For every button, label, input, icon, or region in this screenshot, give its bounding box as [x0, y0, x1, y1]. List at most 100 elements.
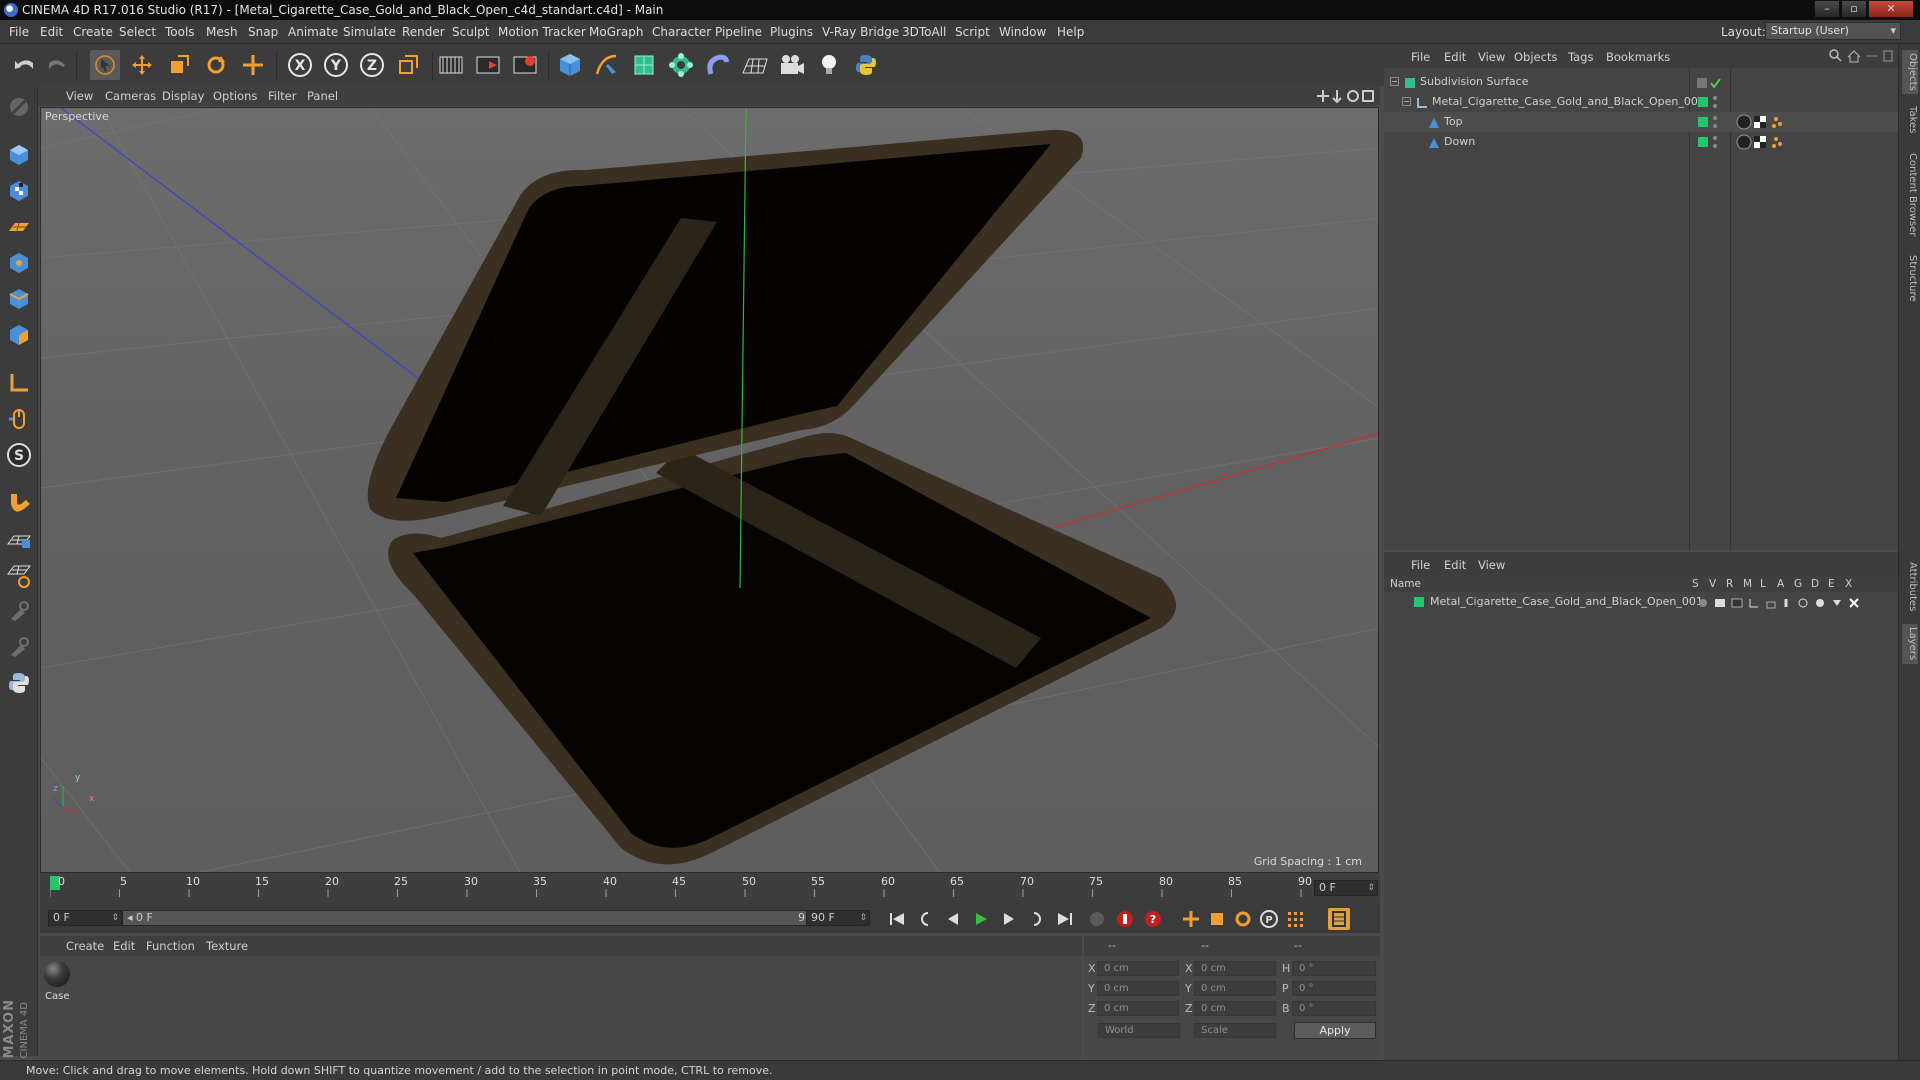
viewport-navigation-icons[interactable] [1315, 88, 1375, 107]
layer-col-animation[interactable]: A [1777, 576, 1784, 592]
selection-arrow-icon[interactable] [90, 50, 120, 80]
timeline-track[interactable]: 0 5 10 15 20 25 30 35 40 45 50 55 60 65 … [50, 875, 1350, 901]
planar-workplane-icon[interactable] [4, 560, 34, 590]
layer-toggle-icons[interactable] [1698, 596, 1868, 616]
tab-takes[interactable]: Takes [1902, 100, 1918, 140]
objmgr-search-icons[interactable] [1828, 48, 1894, 67]
layer-color-swatch[interactable] [1698, 117, 1708, 127]
position-x-field[interactable]: 0 cm [1097, 961, 1179, 976]
objmgr-menu-edit[interactable]: Edit [1444, 50, 1466, 64]
menu-plugins[interactable]: Plugins [770, 25, 813, 39]
polygons-mode-icon[interactable] [4, 320, 34, 350]
material-menu-texture[interactable]: Texture [206, 939, 248, 953]
layer-row[interactable]: Metal_Cigarette_Case_Gold_and_Black_Open… [1384, 592, 1898, 612]
menu-simulate[interactable]: Simulate [343, 25, 396, 39]
menu-window[interactable]: Window [999, 25, 1046, 39]
menu-3dtoall[interactable]: 3DToAll [902, 25, 946, 39]
autokeying-icon[interactable] [1114, 908, 1136, 930]
record-rotation-icon[interactable] [1232, 908, 1254, 930]
close-button[interactable]: ✕ [1868, 0, 1914, 18]
menu-snap[interactable]: Snap [248, 25, 278, 39]
menu-script[interactable]: Script [955, 25, 990, 39]
play-forward-icon[interactable] [970, 908, 992, 930]
layer-col-manager[interactable]: M [1743, 576, 1752, 592]
layer-menu-file[interactable]: File [1411, 558, 1430, 572]
maximize-button[interactable]: ▫ [1841, 0, 1867, 18]
undo-icon[interactable] [10, 50, 40, 80]
layer-menu-view[interactable]: View [1478, 558, 1505, 572]
menu-animate[interactable]: Animate [288, 25, 338, 39]
move-tool-icon[interactable] [127, 50, 157, 80]
lock-workplane-icon[interactable] [4, 524, 34, 554]
material-tags-icon[interactable] [1736, 134, 1792, 157]
tab-layers[interactable]: Layers [1902, 624, 1918, 664]
layer-col-generators[interactable]: G [1794, 576, 1802, 592]
layer-color-swatch[interactable] [1698, 97, 1708, 107]
z-axis-lock-icon[interactable]: Z [357, 50, 387, 80]
tab-objects[interactable]: Objects [1902, 50, 1918, 94]
menu-character[interactable]: Character [652, 25, 711, 39]
menu-sculpt[interactable]: Sculpt [452, 25, 489, 39]
next-frame-icon[interactable] [998, 908, 1020, 930]
position-y-field[interactable]: 0 cm [1097, 981, 1179, 996]
current-frame-field[interactable]: 0 F [1314, 880, 1378, 896]
menu-pipeline[interactable]: Pipeline [715, 25, 762, 39]
material-menu-function[interactable]: Function [146, 939, 195, 953]
timeline-ruler[interactable]: 0 5 10 15 20 25 30 35 40 45 50 55 60 65 … [40, 873, 1380, 903]
next-key-icon[interactable] [1026, 908, 1048, 930]
deformer-icon[interactable] [703, 50, 733, 80]
objmgr-menu-tags[interactable]: Tags [1568, 50, 1593, 64]
go-to-end-icon[interactable] [1054, 908, 1076, 930]
rotate-tool-icon[interactable] [201, 50, 231, 80]
record-pla-icon[interactable] [1284, 908, 1306, 930]
coordinate-system-icon[interactable] [393, 50, 423, 80]
size-y-field[interactable]: 0 cm [1194, 981, 1276, 996]
perspective-viewport[interactable]: Perspective y x z Grid Spacing : 1 cm [40, 107, 1379, 873]
redo-icon[interactable] [42, 50, 72, 80]
tab-content-browser[interactable]: Content Browser [1902, 146, 1918, 244]
layout-dropdown[interactable]: Startup (User) [1765, 22, 1901, 40]
previous-frame-icon[interactable] [942, 908, 964, 930]
material-swatch-case[interactable]: Case [43, 960, 71, 1002]
viewport-menu-filter[interactable]: Filter [268, 89, 296, 103]
object-row-top[interactable]: Top [1384, 112, 1898, 132]
layer-color-swatch[interactable] [1698, 137, 1708, 147]
brush-tool-icon[interactable] [4, 596, 34, 626]
timeline-window-icon[interactable] [1328, 908, 1350, 930]
layer-col-render[interactable]: R [1726, 576, 1733, 592]
viewport-menu-panel[interactable]: Panel [307, 89, 338, 103]
viewport-menu-cameras[interactable]: Cameras [105, 89, 156, 103]
viewport-menu-options[interactable]: Options [213, 89, 257, 103]
menu-select[interactable]: Select [119, 25, 156, 39]
edges-mode-icon[interactable] [4, 284, 34, 314]
live-selection-icon[interactable] [238, 50, 268, 80]
menu-edit[interactable]: Edit [40, 25, 63, 39]
viewport-menu-view[interactable]: View [66, 89, 93, 103]
objmgr-menu-file[interactable]: File [1411, 50, 1430, 64]
python-console-icon[interactable] [4, 668, 34, 698]
tab-attributes[interactable]: Attributes [1902, 556, 1918, 618]
menu-vray-bridge[interactable]: V-Ray Bridge [822, 25, 899, 39]
previous-key-icon[interactable] [914, 908, 936, 930]
render-settings-icon[interactable] [510, 50, 540, 80]
axis-mode-icon[interactable] [4, 368, 34, 398]
size-x-field[interactable]: 0 cm [1194, 961, 1276, 976]
python-script-icon[interactable] [851, 50, 881, 80]
layer-col-view[interactable]: V [1709, 576, 1716, 592]
minimize-button[interactable]: – [1814, 0, 1840, 18]
layer-col-deformers[interactable]: D [1811, 576, 1819, 592]
layer-col-solo[interactable]: S [1692, 576, 1699, 592]
workplane-mode-icon[interactable] [4, 212, 34, 242]
camera-icon[interactable] [777, 50, 807, 80]
collapse-toggle-icon[interactable]: − [1390, 77, 1399, 86]
rotation-b-field[interactable]: 0 ° [1292, 1001, 1376, 1016]
texture-mode-icon[interactable] [4, 176, 34, 206]
tweak-mode-icon[interactable] [4, 404, 34, 434]
model-mode-icon[interactable] [4, 140, 34, 170]
menu-create[interactable]: Create [73, 25, 113, 39]
subdivision-surface-icon[interactable] [629, 50, 659, 80]
coordinate-mode-dropdown[interactable]: World [1098, 1023, 1180, 1038]
x-axis-lock-icon[interactable]: X [285, 50, 315, 80]
layer-menu-edit[interactable]: Edit [1444, 558, 1466, 572]
record-parameter-icon[interactable]: P [1258, 908, 1280, 930]
